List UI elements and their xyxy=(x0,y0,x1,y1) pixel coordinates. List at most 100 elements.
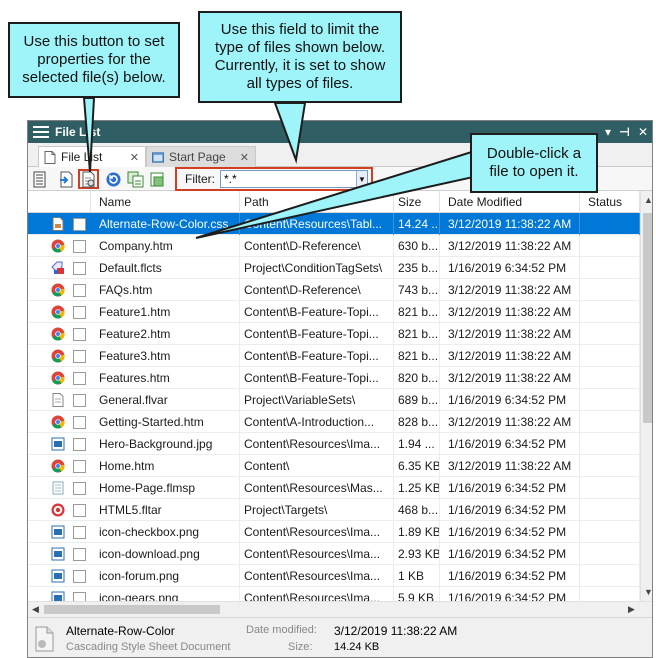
tab-label: Start Page xyxy=(169,150,226,164)
scroll-right-icon[interactable]: ▶ xyxy=(628,604,635,615)
table-row[interactable]: icon-download.png Content\Resources\Ima..… xyxy=(28,543,640,565)
window-controls: ▾ ⊣ ✕ xyxy=(605,121,648,143)
image-file-icon xyxy=(51,569,65,583)
size-value: 14.24 KB xyxy=(334,641,380,653)
column-header-size[interactable]: Size xyxy=(394,191,440,213)
cell-status xyxy=(580,411,640,433)
column-header-path[interactable]: Path xyxy=(240,191,394,213)
cell-name: icon-download.png xyxy=(91,543,240,565)
cell-name: Hero-Background.jpg xyxy=(91,433,240,455)
filter-input[interactable] xyxy=(220,170,368,188)
row-checkbox[interactable] xyxy=(73,394,86,407)
cell-date-modified: 1/16/2019 6:34:52 PM xyxy=(440,389,580,411)
open-file-icon[interactable] xyxy=(58,171,75,188)
cell-size: 821 b... xyxy=(394,301,440,323)
cell-path: Content\A-Introduction... xyxy=(240,411,394,433)
menu-icon[interactable] xyxy=(33,126,49,138)
properties-icon[interactable] xyxy=(80,171,97,188)
table-row[interactable]: Feature3.htm Content\B-Feature-Topi... 821… xyxy=(28,345,640,367)
target-file-icon xyxy=(51,503,65,517)
cell-date-modified: 3/12/2019 11:38:22 AM xyxy=(440,279,580,301)
scroll-down-icon[interactable]: ▼ xyxy=(644,587,652,597)
table-row[interactable]: Feature1.htm Content\B-Feature-Topi... 821… xyxy=(28,301,640,323)
copy-files-icon[interactable] xyxy=(127,171,144,188)
scroll-left-icon[interactable]: ◀ xyxy=(32,604,39,615)
row-checkbox[interactable] xyxy=(73,438,86,451)
cell-date-modified: 1/16/2019 6:34:52 PM xyxy=(440,543,580,565)
row-checkbox[interactable] xyxy=(73,284,86,297)
table-row[interactable]: Home-Page.flmsp Content\Resources\Mas... 1… xyxy=(28,477,640,499)
table-row[interactable]: Alternate-Row-Color.css Content\Resources… xyxy=(28,213,640,235)
table-row[interactable]: Company.htm Content\D-Reference\ 630 b... 3… xyxy=(28,235,640,257)
cell-date-modified: 3/12/2019 11:38:22 AM xyxy=(440,323,580,345)
window-menu-dropdown-icon[interactable]: ▾ xyxy=(605,125,611,139)
vertical-scroll-thumb[interactable] xyxy=(643,213,652,423)
tab-start-page[interactable]: Start Page ✕ xyxy=(146,146,256,167)
cell-path: Content\B-Feature-Topi... xyxy=(240,345,394,367)
tab-file-list[interactable]: File List ✕ xyxy=(38,146,146,167)
cell-size: 828 b... xyxy=(394,411,440,433)
table-row[interactable]: Feature2.htm Content\B-Feature-Topi... 821… xyxy=(28,323,640,345)
table-row[interactable]: Home.htm Content\ 6.35 KB 3/12/2019 11:38:2… xyxy=(28,455,640,477)
row-checkbox[interactable] xyxy=(73,592,86,601)
table-row[interactable]: icon-gears.png Content\Resources\Ima... 5.… xyxy=(28,587,640,601)
variable-file-icon xyxy=(52,393,64,407)
tab-close-icon[interactable]: ✕ xyxy=(240,151,249,164)
column-header-status[interactable]: Status xyxy=(580,191,640,213)
open-file-callout: Double-click a file to open it. xyxy=(470,133,598,193)
table-row[interactable]: icon-forum.png Content\Resources\Ima... 1 … xyxy=(28,565,640,587)
close-window-icon[interactable]: ✕ xyxy=(638,125,648,139)
row-checkbox[interactable] xyxy=(73,570,86,583)
cell-name: General.flvar xyxy=(91,389,240,411)
row-checkbox[interactable] xyxy=(73,482,86,495)
table-row[interactable]: Features.htm Content\B-Feature-Topi... 820… xyxy=(28,367,640,389)
table-row[interactable]: Getting-Started.htm Content\A-Introductio… xyxy=(28,411,640,433)
row-checkbox[interactable] xyxy=(73,504,86,517)
cell-path: Content\Resources\Mas... xyxy=(240,477,394,499)
tab-close-icon[interactable]: ✕ xyxy=(130,151,139,164)
scroll-up-icon[interactable]: ▲ xyxy=(644,195,652,205)
row-checkbox[interactable] xyxy=(73,460,86,473)
export-files-icon[interactable] xyxy=(149,171,166,188)
pin-icon[interactable]: ⊣ xyxy=(619,125,630,139)
cell-date-modified: 1/16/2019 6:34:52 PM xyxy=(440,433,580,455)
row-checkbox[interactable] xyxy=(73,350,86,363)
refresh-icon[interactable] xyxy=(105,171,122,188)
file-list-view-icon[interactable] xyxy=(31,171,48,188)
horizontal-scroll-thumb[interactable] xyxy=(44,605,220,614)
size-label: Size: xyxy=(288,641,313,653)
chrome-icon xyxy=(51,305,65,319)
horizontal-scrollbar[interactable]: ◀ ▶ xyxy=(28,601,652,617)
vertical-scrollbar[interactable]: ▲ ▼ xyxy=(640,191,652,601)
row-checkbox[interactable] xyxy=(73,262,86,275)
table-row[interactable]: icon-checkbox.png Content\Resources\Ima..… xyxy=(28,521,640,543)
cell-date-modified: 3/12/2019 11:38:22 AM xyxy=(440,213,580,235)
cell-date-modified: 3/12/2019 11:38:22 AM xyxy=(440,411,580,433)
row-checkbox[interactable] xyxy=(73,306,86,319)
cell-size: 1 KB xyxy=(394,565,440,587)
cell-path: Content\Resources\Ima... xyxy=(240,521,394,543)
row-checkbox[interactable] xyxy=(73,526,86,539)
table-row[interactable]: HTML5.fltar Project\Targets\ 468 b... 1/16/… xyxy=(28,499,640,521)
table-row[interactable]: FAQs.htm Content\D-Reference\ 743 b... 3/12… xyxy=(28,279,640,301)
cell-status xyxy=(580,565,640,587)
row-checkbox[interactable] xyxy=(73,328,86,341)
cell-status xyxy=(580,257,640,279)
tab-label: File List xyxy=(61,150,103,164)
table-row[interactable]: General.flvar Project\VariableSets\ 689 b.… xyxy=(28,389,640,411)
cell-status xyxy=(580,433,640,455)
cell-name: Alternate-Row-Color.css xyxy=(91,213,240,235)
column-header-date-modified[interactable]: Date Modified xyxy=(440,191,580,213)
row-checkbox[interactable] xyxy=(73,416,86,429)
row-checkbox[interactable] xyxy=(73,548,86,561)
cell-size: 821 b... xyxy=(394,345,440,367)
table-row[interactable]: Default.flcts Project\ConditionTagSets\ 23… xyxy=(28,257,640,279)
cell-date-modified: 3/12/2019 11:38:22 AM xyxy=(440,345,580,367)
table-row[interactable]: Hero-Background.jpg Content\Resources\Ima… xyxy=(28,433,640,455)
row-checkbox[interactable] xyxy=(73,372,86,385)
column-header-name[interactable]: Name xyxy=(91,191,240,213)
row-checkbox[interactable] xyxy=(73,218,86,231)
filter-callout: Use this field to limit the type of file… xyxy=(198,11,402,103)
filter-dropdown-icon[interactable]: ▼ xyxy=(356,171,367,187)
row-checkbox[interactable] xyxy=(73,240,86,253)
